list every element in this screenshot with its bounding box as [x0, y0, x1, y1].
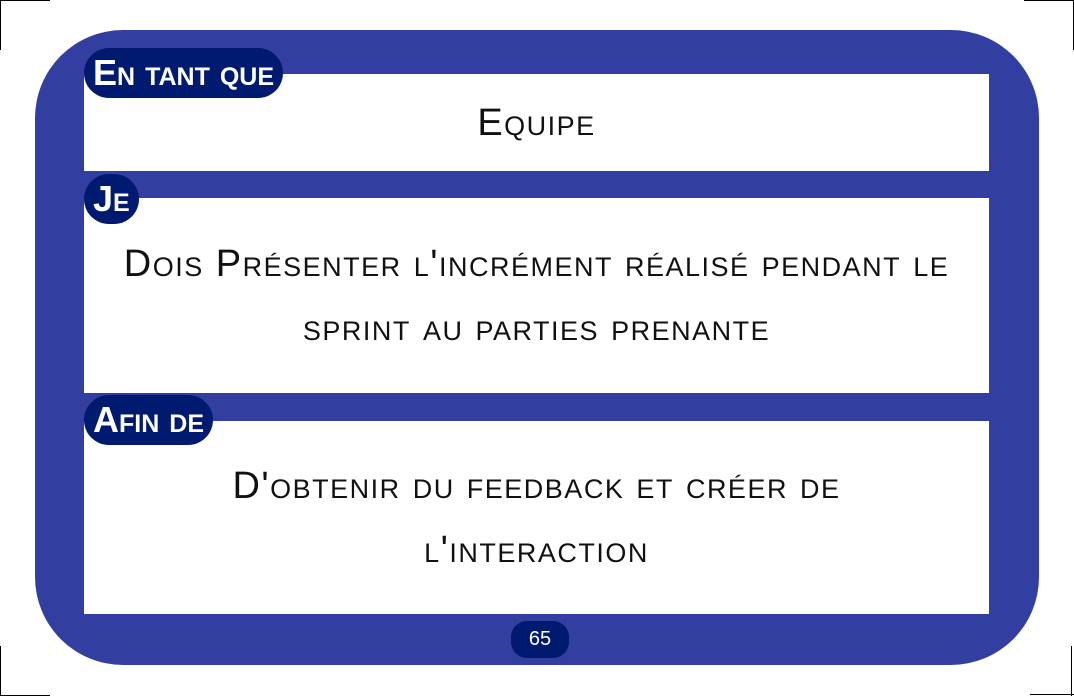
benefit-text: D'obtenir du feedback et créer de l'inte… [232, 464, 841, 571]
role-text: Equipe [477, 101, 596, 144]
crop-mark [0, 0, 1, 50]
goal-box: Dois Présenter l'incrément réalisé penda… [84, 198, 989, 393]
page-number-badge: 65 [511, 621, 569, 658]
benefit-box: D'obtenir du feedback et créer de l'inte… [84, 421, 989, 614]
benefit-label: Afin de [84, 395, 213, 445]
goal-text: Dois Présenter l'incrément réalisé penda… [123, 242, 950, 349]
crop-mark [0, 646, 1, 696]
role-label: En tant que [84, 48, 284, 98]
crop-mark [1030, 694, 1074, 695]
crop-mark [1024, 0, 1074, 1]
crop-mark [0, 0, 50, 1]
crop-mark [1071, 646, 1072, 696]
goal-label: Je [84, 174, 139, 224]
